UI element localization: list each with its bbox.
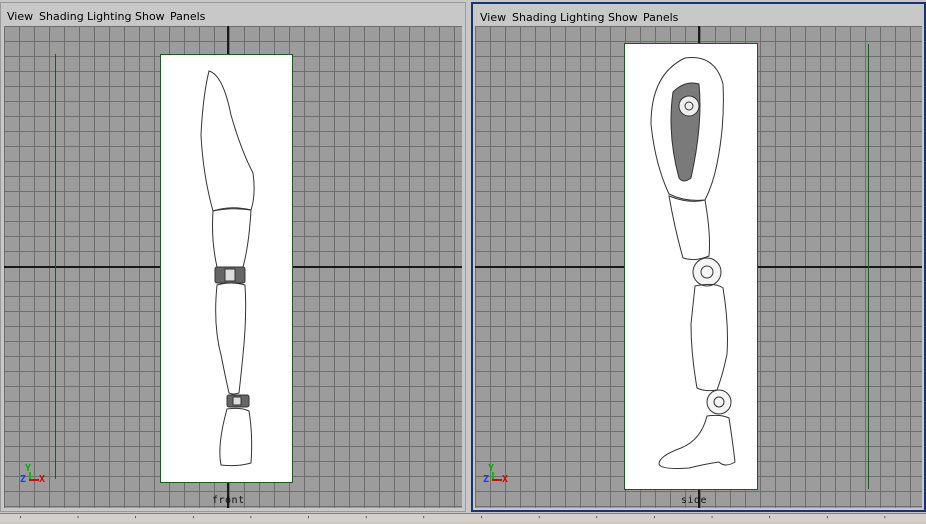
side-image-plane[interactable] (624, 43, 758, 490)
side-leg-sketch (650, 57, 736, 469)
front-panel-menubar: View Shading Lighting Show Panels (1, 3, 465, 25)
menu-show[interactable]: Show (135, 10, 165, 23)
front-viewport-panel[interactable]: View Shading Lighting Show Panels Y Z X … (0, 2, 466, 512)
menu-view[interactable]: View (480, 11, 506, 24)
menu-view[interactable]: View (7, 10, 33, 23)
menu-panels[interactable]: Panels (643, 11, 678, 24)
menu-panels[interactable]: Panels (170, 10, 205, 23)
gizmo-z-label: Z (20, 474, 27, 485)
gizmo-x-arrow (492, 479, 502, 481)
front-image-plane[interactable] (160, 54, 293, 483)
side-panel-menubar: View Shading Lighting Show Panels (473, 4, 924, 26)
side-viewport-grid[interactable]: Y Z X side (475, 26, 922, 508)
camera-label: front (212, 495, 245, 506)
gizmo-x-arrow (29, 479, 39, 481)
menu-lighting[interactable]: Lighting (560, 11, 604, 24)
menu-show[interactable]: Show (608, 11, 638, 24)
menu-shading[interactable]: Shading (512, 11, 557, 24)
menu-lighting[interactable]: Lighting (87, 10, 131, 23)
camera-label: side (681, 495, 708, 506)
menu-shading[interactable]: Shading (39, 10, 84, 23)
gizmo-x-label: X (502, 474, 509, 485)
axis-gizmo: Y Z X (483, 463, 513, 485)
gizmo-x-label: X (39, 474, 46, 485)
side-viewport-panel[interactable]: View Shading Lighting Show Panels Y Z X … (471, 2, 926, 512)
status-bar-marks: ' ' ' ' ' ' ' ' ' ' ' ' ' ' ' ' (18, 515, 912, 524)
front-leg-sketch (200, 70, 255, 467)
front-viewport-grid[interactable]: Y Z X front (4, 26, 462, 508)
grid-guide-line (868, 44, 869, 489)
gizmo-z-label: Z (483, 474, 490, 485)
grid-guide-line (55, 54, 56, 479)
axis-gizmo: Y Z X (20, 463, 50, 485)
